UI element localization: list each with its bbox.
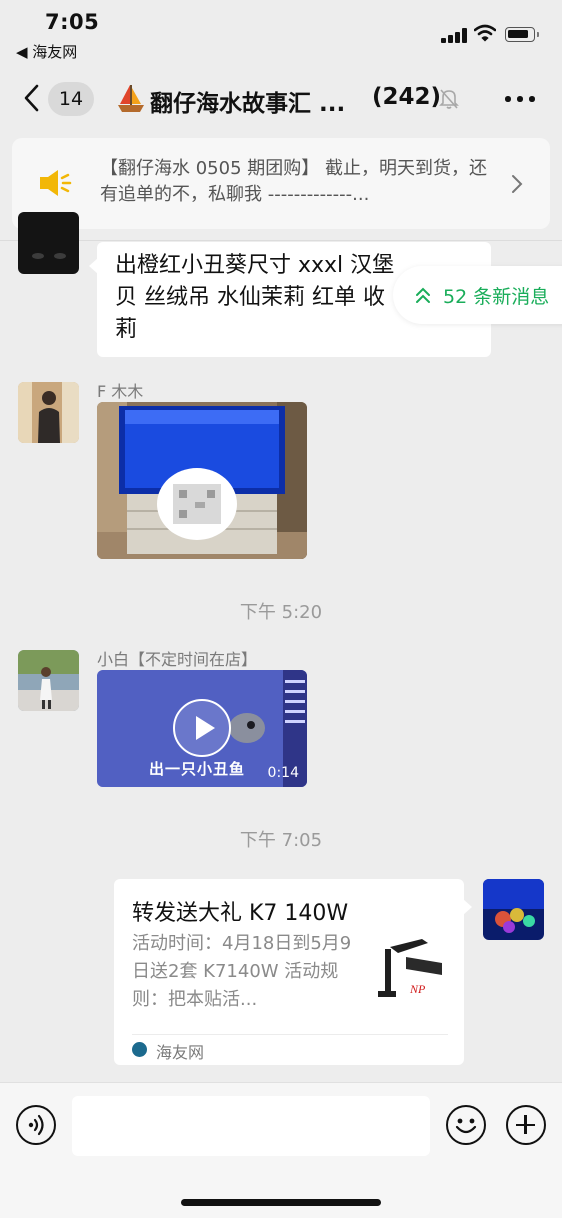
svg-text:NP: NP [409,982,426,996]
video-duration: 0:14 [267,765,299,781]
video-caption: 出一只小丑鱼 [149,760,246,778]
group-announcement[interactable]: 【翻仔海水 0505 期团购】 截止，明天到货，还有追单的不，私聊我 -----… [12,138,550,229]
voice-input-button[interactable] [16,1105,56,1145]
more-actions-button[interactable] [506,1105,546,1145]
image-message[interactable] [97,402,307,559]
back-to-app-link[interactable]: ◀ 海友网 [16,41,77,62]
chat-title: 翻仔海水故事汇 ... [150,91,346,117]
status-bar: 7:05 ◀ 海友网 [0,0,562,66]
input-bar [0,1082,562,1218]
video-message[interactable]: 出一只小丑鱼 0:14 [97,670,307,787]
status-time: 7:05 [45,10,100,34]
divider [0,240,562,241]
chat-header: 14 翻仔海水故事汇 ... (242) [0,70,562,128]
link-card-description: 活动时间：4月18日到5月9日送2套 K7140W 活动规则：把本贴活... [132,933,352,1010]
chevron-right-icon [512,175,523,193]
battery-icon [505,27,539,42]
more-options-icon[interactable] [505,96,535,102]
avatar[interactable] [483,879,544,940]
new-messages-button[interactable]: 52 条新消息 [393,266,562,324]
avatar[interactable] [18,212,79,274]
announcement-text: 【翻仔海水 0505 期团购】 截止，明天到货，还有追单的不，私聊我 -----… [100,158,487,205]
emoji-icon [455,1118,477,1134]
chevron-left-icon[interactable] [20,82,44,114]
voice-icon [28,1114,44,1136]
time-separator: 下午 5:20 [239,602,323,623]
avatar[interactable] [18,650,79,711]
new-messages-label: 52 条新消息 [443,286,550,308]
link-card-title: 转发送大礼 K7 140W [132,901,349,926]
link-card-thumbnail: NP [376,935,448,1009]
source-logo-icon [132,1042,147,1057]
avatar[interactable] [18,382,79,443]
message-input[interactable] [72,1096,430,1156]
sender-name: F 木木 [97,382,144,401]
time-separator: 下午 7:05 [239,830,323,851]
link-card-message[interactable]: 转发送大礼 K7 140W 活动时间：4月18日到5月9日送2套 K7140W … [114,879,472,1065]
signal-icon [441,28,467,43]
sender-name: 小白【不定时间在店】 [97,650,258,669]
home-indicator[interactable] [181,1199,381,1206]
wifi-icon [474,24,496,42]
play-icon[interactable] [173,699,231,757]
sailboat-icon [118,85,144,112]
message-text: 出橙红小丑葵尺寸 xxxl 汉堡贝 丝绒吊 水仙茉莉 红单 收 莉 [115,253,395,342]
emoji-button[interactable] [446,1105,486,1145]
double-chevron-up-icon [416,287,430,303]
link-card-source: 海友网 [156,1043,205,1062]
mute-bell-icon [439,89,459,109]
divider [132,1034,448,1035]
speaker-icon [40,170,72,196]
unread-count-badge[interactable]: 14 [48,82,94,116]
member-count: (242) [372,84,442,110]
